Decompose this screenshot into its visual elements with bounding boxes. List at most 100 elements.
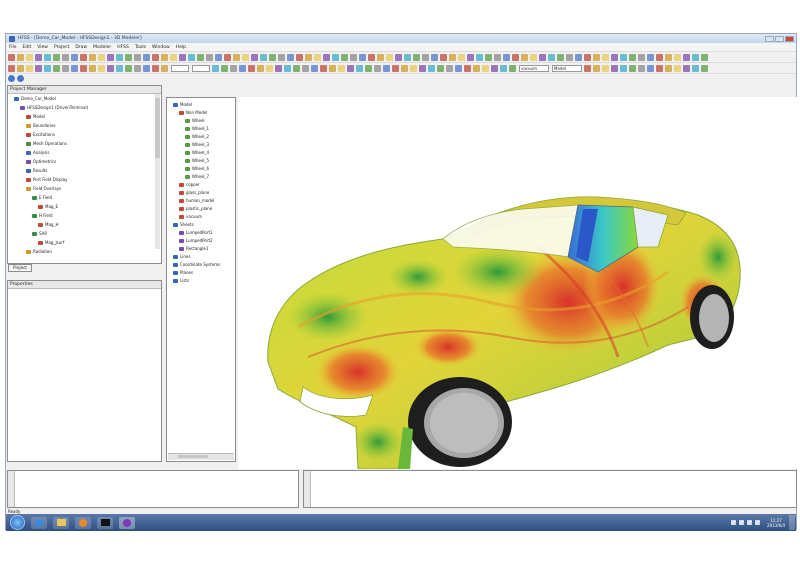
toolbar-icon[interactable] <box>584 65 591 72</box>
menu-modeler[interactable]: Modeler <box>93 45 111 50</box>
toolbar-icon[interactable] <box>503 54 510 61</box>
model-tree-item[interactable]: Non Model <box>179 110 207 115</box>
toolbar-icon[interactable] <box>170 54 177 61</box>
toolbar-icon[interactable] <box>575 54 582 61</box>
project-tree-item[interactable]: Optimetrics <box>26 159 56 164</box>
3d-modeler-view[interactable] <box>238 97 798 470</box>
toolbar-icon[interactable] <box>413 54 420 61</box>
toolbar-icon[interactable] <box>302 65 309 72</box>
toolbar-icon[interactable] <box>287 54 294 61</box>
toolbar-icon[interactable] <box>509 65 516 72</box>
toolbar-icon[interactable] <box>179 54 186 61</box>
toolbar-icon[interactable] <box>428 65 435 72</box>
toolbar-icon[interactable] <box>419 65 426 72</box>
model-tree-item[interactable]: Wheel_4 <box>185 150 209 155</box>
tray-keyboard-icon[interactable] <box>755 520 761 525</box>
toolbar-icon[interactable] <box>665 65 672 72</box>
toolbar-icon[interactable] <box>296 54 303 61</box>
toolbar-icon[interactable] <box>71 54 78 61</box>
toolbar-icon[interactable] <box>8 54 15 61</box>
toolbar-icon[interactable] <box>602 65 609 72</box>
project-tree-item[interactable]: Field Overlays <box>26 186 61 191</box>
toolbar-icon[interactable] <box>44 54 51 61</box>
toolbar-icon[interactable] <box>530 54 537 61</box>
toolbar-icon[interactable] <box>152 54 159 61</box>
toolbar-icon[interactable] <box>293 65 300 72</box>
toolbar-icon[interactable] <box>593 54 600 61</box>
tray-network-icon[interactable] <box>739 520 745 525</box>
toolbar-icon[interactable] <box>98 65 105 72</box>
toolbar-icon[interactable] <box>329 65 336 72</box>
toolbar-icon[interactable] <box>89 54 96 61</box>
toolbar-icon[interactable] <box>242 54 249 61</box>
toolbar-icon[interactable] <box>386 54 393 61</box>
model-tree-item[interactable]: Lines <box>173 254 190 259</box>
model-tree-item[interactable]: vacuum <box>179 214 202 219</box>
toolbar-icon[interactable] <box>89 65 96 72</box>
toolbar-icon[interactable] <box>638 54 645 61</box>
toolbar-icon[interactable] <box>125 54 132 61</box>
toolbar-icon[interactable] <box>674 65 681 72</box>
toolbar-icon[interactable] <box>473 65 480 72</box>
maximize-button[interactable] <box>775 35 784 42</box>
toolbar-icon[interactable] <box>314 54 321 61</box>
model-tree-item[interactable]: Wheel <box>185 118 205 123</box>
toolbar-icon[interactable] <box>647 54 654 61</box>
toolbar-icon[interactable] <box>494 54 501 61</box>
model-select[interactable]: Model <box>552 65 582 72</box>
toolbar-icon[interactable] <box>692 65 699 72</box>
toolbar-icon[interactable] <box>449 54 456 61</box>
model-tree-item[interactable]: plastic_plane <box>179 206 212 211</box>
toolbar-icon[interactable] <box>539 54 546 61</box>
toolbar-icon[interactable] <box>323 54 330 61</box>
taskbar-ie[interactable] <box>31 516 47 529</box>
model-tree-item[interactable]: LumpedPort2 <box>179 238 213 243</box>
toolbar-icon[interactable] <box>464 65 471 72</box>
toolbar-icon[interactable] <box>401 65 408 72</box>
project-tree-item[interactable]: Results <box>26 168 47 173</box>
project-tree-item[interactable]: Mag_E <box>38 204 58 209</box>
toolbar-icon[interactable] <box>134 65 141 72</box>
model-tree-item[interactable]: Wheel_1 <box>185 126 209 131</box>
model-tree-item[interactable]: Rectangle1 <box>179 246 208 251</box>
forward-arrow-icon[interactable] <box>17 75 24 82</box>
toolbar-icon[interactable] <box>53 65 60 72</box>
toolbar-icon[interactable] <box>584 54 591 61</box>
project-tree-item[interactable]: Model <box>26 114 45 119</box>
toolbar-icon[interactable] <box>278 54 285 61</box>
toolbar-icon[interactable] <box>35 65 42 72</box>
taskbar-media[interactable] <box>75 516 91 529</box>
toolbar-icon[interactable] <box>80 54 87 61</box>
toolbar-icon[interactable] <box>476 54 483 61</box>
back-arrow-icon[interactable] <box>8 75 15 82</box>
model-tree-item[interactable]: Model <box>173 102 192 107</box>
toolbar-icon[interactable] <box>485 54 492 61</box>
toolbar-icon[interactable] <box>188 54 195 61</box>
toolbar-icon[interactable] <box>404 54 411 61</box>
toolbar-icon[interactable] <box>134 54 141 61</box>
toolbar-icon[interactable] <box>356 65 363 72</box>
toolbar-icon[interactable] <box>152 65 159 72</box>
toolbar-icon[interactable] <box>239 65 246 72</box>
toolbar-icon[interactable] <box>440 54 447 61</box>
toolbar-icon[interactable] <box>71 65 78 72</box>
toolbar-icon[interactable] <box>629 54 636 61</box>
toolbar-icon[interactable] <box>437 65 444 72</box>
model-tree-item[interactable]: Wheel_7 <box>185 174 209 179</box>
toolbar-icon[interactable] <box>221 65 228 72</box>
menu-window[interactable]: Window <box>152 45 170 50</box>
toolbar-icon[interactable] <box>392 65 399 72</box>
close-button[interactable] <box>785 35 794 42</box>
toolbar-icon[interactable] <box>260 54 267 61</box>
toolbar-icon[interactable] <box>482 65 489 72</box>
toolbar-icon[interactable] <box>512 54 519 61</box>
toolbar-icon[interactable] <box>305 54 312 61</box>
minimize-button[interactable] <box>765 35 774 42</box>
toolbar-icon[interactable] <box>53 54 60 61</box>
toolbar-icon[interactable] <box>107 65 114 72</box>
toolbar-icon[interactable] <box>701 65 708 72</box>
show-desktop-button[interactable] <box>789 515 795 530</box>
toolbar-icon[interactable] <box>35 54 42 61</box>
toolbar-icon[interactable] <box>500 65 507 72</box>
menu-edit[interactable]: Edit <box>23 45 32 50</box>
